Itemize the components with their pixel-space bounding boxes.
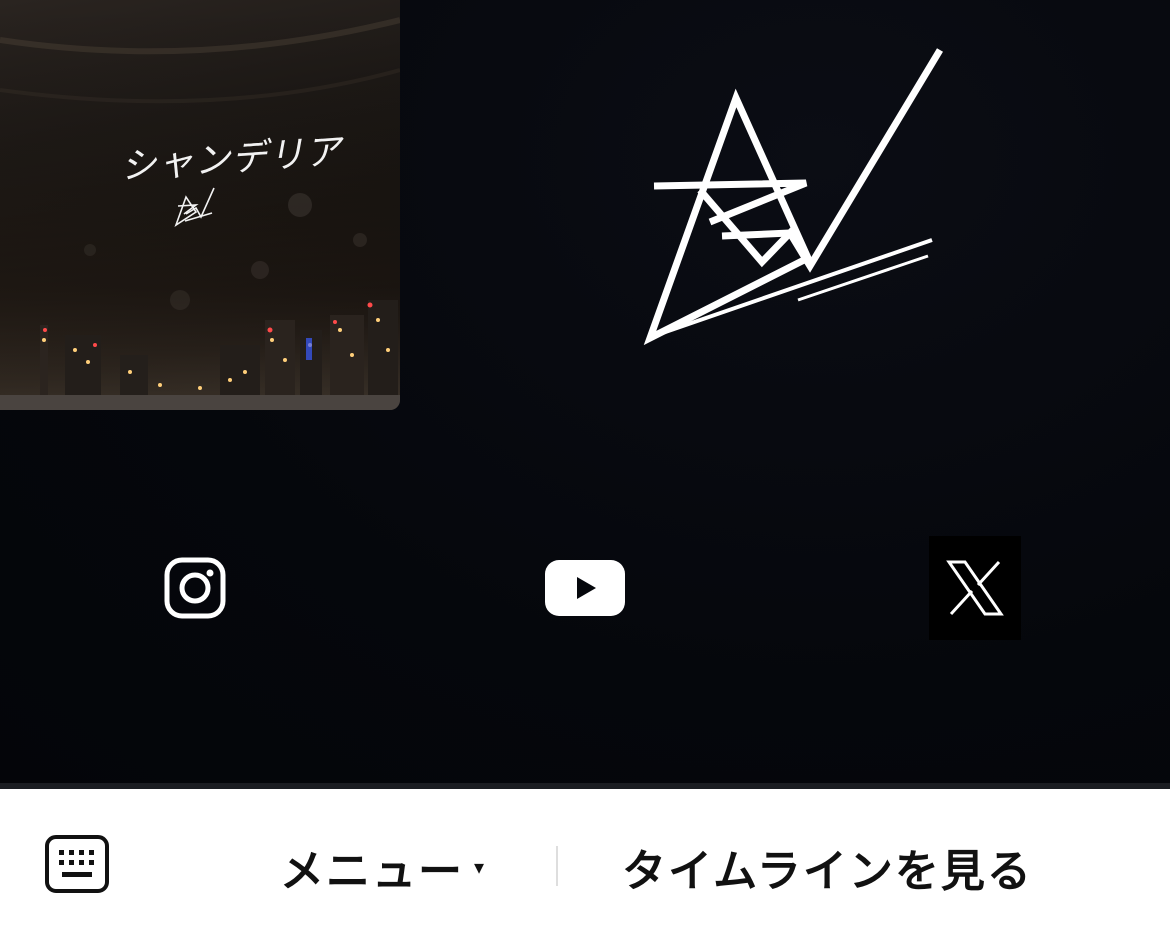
keyboard-icon [45,835,109,893]
chevron-down-icon: ▾ [474,855,485,879]
menu-toggle-button[interactable]: メニュー ▾ [280,837,484,897]
menu-label: メニュー [280,846,464,897]
bottom-menu-bar: メニュー ▾ タイムラインを見る [0,789,1170,944]
line-chat-screen: シャンデリア メニュー ▾ タイムラインを見る [0,0,1170,944]
view-timeline-button[interactable]: タイムラインを見る [622,837,1033,897]
timeline-label: タイムラインを見る [622,846,1033,897]
album-artwork-tile[interactable]: シャンデリア [0,0,400,410]
youtube-icon [545,560,625,616]
instagram-button[interactable] [145,536,245,640]
youtube-button[interactable] [535,536,635,640]
bar-separator [556,846,558,886]
rich-menu: シャンデリア [0,0,1170,783]
instagram-icon [164,557,226,619]
keyboard-button[interactable] [40,831,114,897]
album-artwork-image [0,0,400,410]
x-button[interactable] [929,536,1021,640]
x-logo-icon [946,560,1004,616]
rew-logo-icon[interactable] [630,40,960,350]
